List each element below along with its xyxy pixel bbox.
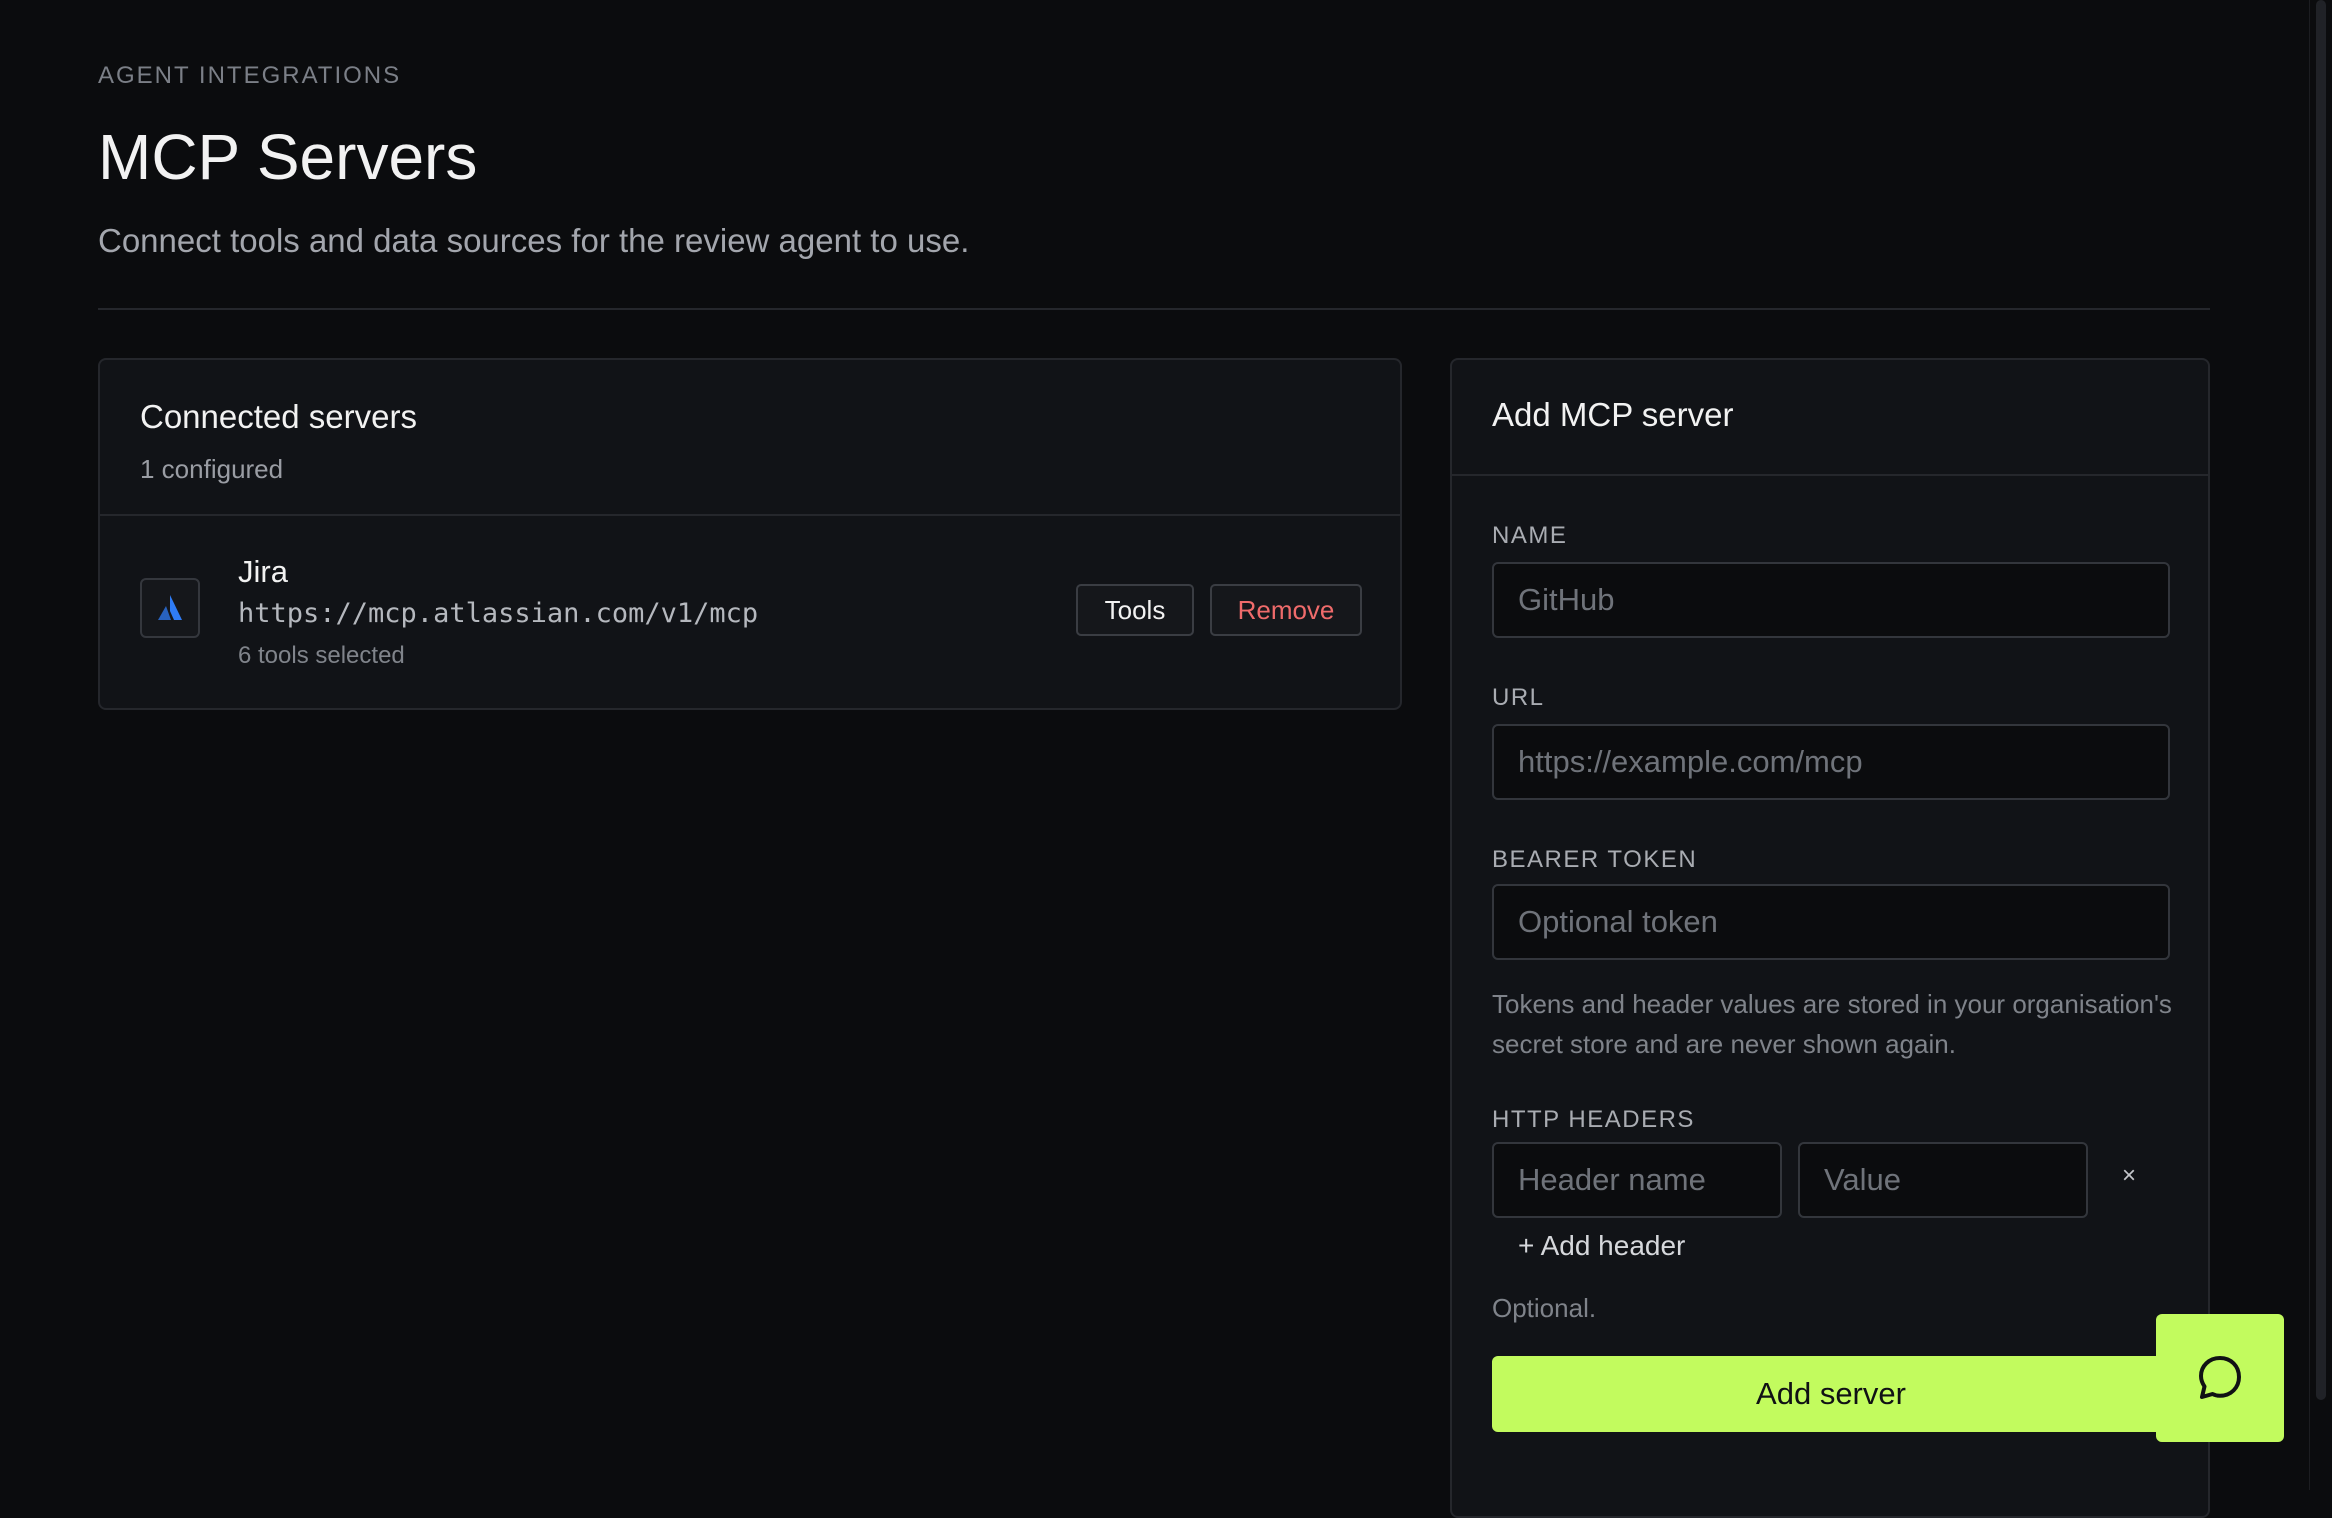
name-label: NAME (1492, 522, 1568, 549)
tools-button[interactable]: Tools (1076, 584, 1194, 636)
connected-servers-count: 1 configured (140, 454, 284, 484)
remove-header-button[interactable]: × (2114, 1162, 2144, 1190)
connected-servers-header: Connected servers 1 configured (100, 360, 1400, 516)
headers-hint: Optional. (1492, 1293, 1597, 1323)
name-input[interactable] (1492, 562, 2170, 638)
server-name: Jira (238, 554, 288, 589)
url-input[interactable] (1492, 724, 2170, 800)
section-eyebrow: AGENT INTEGRATIONS (98, 62, 402, 89)
connected-servers-card: Connected servers 1 configured Jira http… (98, 358, 1402, 710)
add-header-button[interactable]: + Add header (1518, 1230, 1685, 1262)
http-headers-label: HTTP HEADERS (1492, 1106, 1695, 1133)
remove-server-button[interactable]: Remove (1210, 584, 1362, 636)
add-server-title: Add MCP server (1492, 396, 1734, 433)
connected-servers-title: Connected servers (140, 398, 417, 435)
bearer-token-input[interactable] (1492, 884, 2170, 960)
add-server-header: Add MCP server (1452, 360, 2208, 476)
server-tools-count: 6 tools selected (238, 642, 405, 669)
scrollbar-thumb[interactable] (2316, 0, 2326, 1400)
server-row: Jira https://mcp.atlassian.com/v1/mcp 6 … (100, 516, 1400, 706)
chat-button[interactable] (2156, 1314, 2284, 1442)
server-url: https://mcp.atlassian.com/v1/mcp (238, 598, 759, 629)
chat-bubble-icon (2199, 1356, 2241, 1399)
header-name-input[interactable] (1492, 1142, 1782, 1218)
header-divider (98, 308, 2210, 310)
add-server-card: Add MCP server NAME URL BEARER TOKEN Tok… (1450, 358, 2210, 1518)
atlassian-logo-icon (140, 578, 200, 638)
page-subtitle: Connect tools and data sources for the r… (98, 222, 970, 259)
bearer-token-label: BEARER TOKEN (1492, 846, 1698, 873)
header-value-input[interactable] (1798, 1142, 2088, 1218)
url-label: URL (1492, 684, 1545, 711)
add-server-button[interactable]: Add server (1492, 1356, 2170, 1432)
page-title: MCP Servers (98, 121, 478, 193)
token-hint: Tokens and header values are stored in y… (1492, 989, 2172, 1059)
scrollbar-track[interactable] (2309, 0, 2332, 1490)
